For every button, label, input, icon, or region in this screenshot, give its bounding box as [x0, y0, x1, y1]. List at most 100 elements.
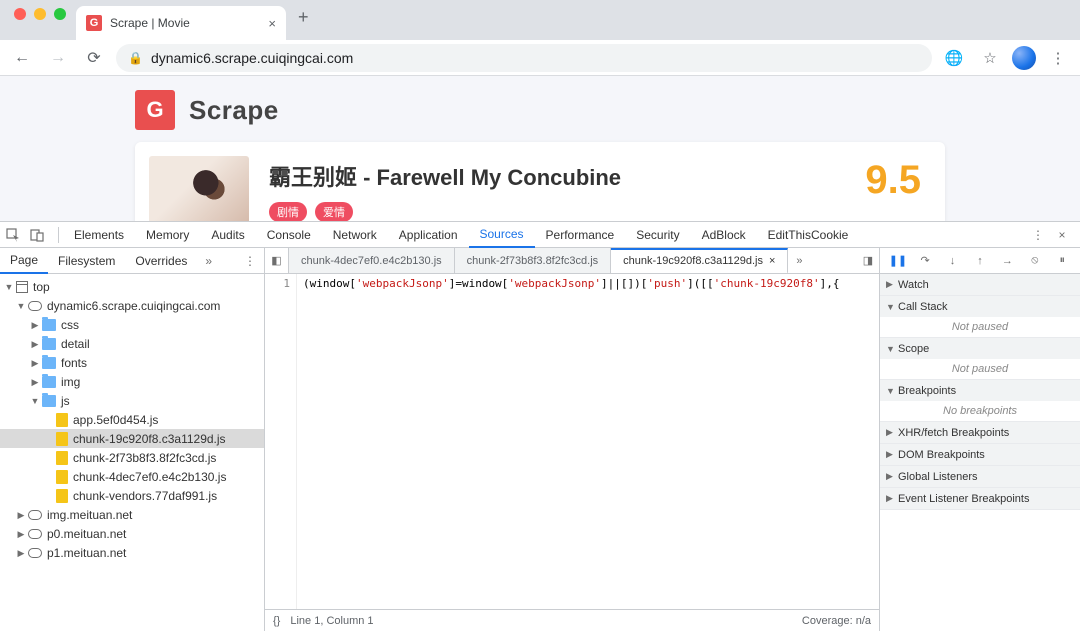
- global-listeners-section[interactable]: ▶Global Listeners: [880, 466, 1080, 488]
- tree-cloud-p1[interactable]: ▶p1.meituan.net: [0, 543, 264, 562]
- movie-card: 霸王别姬 - Farewell My Concubine 剧情 爱情 9.5: [135, 142, 945, 221]
- nav-more-icon[interactable]: »: [197, 254, 220, 268]
- close-tab-icon[interactable]: ×: [268, 16, 276, 31]
- tree-folder-js[interactable]: ▼js: [0, 391, 264, 410]
- callstack-section[interactable]: ▼Call Stack Not paused: [880, 296, 1080, 338]
- tree-cloud-p0[interactable]: ▶p0.meituan.net: [0, 524, 264, 543]
- coverage-status: Coverage: n/a: [802, 615, 871, 627]
- tree-folder-css[interactable]: ▶css: [0, 315, 264, 334]
- tab-editthiscookie[interactable]: EditThisCookie: [757, 222, 860, 248]
- lock-icon: 🔒: [128, 51, 143, 65]
- file-tab-chunk19c[interactable]: chunk-19c920f8.c3a1129d.js×: [611, 248, 788, 274]
- tree-file-app[interactable]: app.5ef0d454.js: [0, 410, 264, 429]
- tag-drama[interactable]: 剧情: [269, 202, 307, 221]
- js-file-icon: [56, 451, 68, 465]
- profile-avatar[interactable]: [1012, 46, 1036, 70]
- nav-tab-overrides[interactable]: Overrides: [125, 248, 197, 274]
- tab-performance[interactable]: Performance: [535, 222, 626, 248]
- js-file-icon: [56, 432, 68, 446]
- tab-elements[interactable]: Elements: [63, 222, 135, 248]
- tag-romance[interactable]: 爱情: [315, 202, 353, 221]
- inspect-element-icon[interactable]: [6, 228, 30, 242]
- editor-status-bar: {} Line 1, Column 1 Coverage: n/a: [265, 609, 879, 631]
- step-into-button[interactable]: ↓: [944, 255, 962, 267]
- file-tabs-overflow-icon[interactable]: »: [788, 255, 810, 267]
- tree-file-chunk4dec[interactable]: chunk-4dec7ef0.e4c2b130.js: [0, 467, 264, 486]
- xhr-breakpoints-section[interactable]: ▶XHR/fetch Breakpoints: [880, 422, 1080, 444]
- tree-folder-detail[interactable]: ▶detail: [0, 334, 264, 353]
- page-content: G Scrape 霸王别姬 - Farewell My Concubine 剧情…: [0, 76, 1080, 221]
- scope-section[interactable]: ▼Scope Not paused: [880, 338, 1080, 380]
- tab-application[interactable]: Application: [388, 222, 469, 248]
- code-area[interactable]: 1 (window['webpackJsonp']=window['webpac…: [265, 274, 879, 609]
- step-out-button[interactable]: ↑: [971, 255, 989, 267]
- sources-navigator: Page Filesystem Overrides » ⋮ ▼top ▼dyna…: [0, 248, 265, 631]
- js-file-icon: [56, 470, 68, 484]
- tab-audits[interactable]: Audits: [200, 222, 255, 248]
- callstack-body: Not paused: [880, 317, 1080, 337]
- breakpoints-section[interactable]: ▼Breakpoints No breakpoints: [880, 380, 1080, 422]
- nav-menu-icon[interactable]: ⋮: [236, 254, 264, 268]
- code-line[interactable]: (window['webpackJsonp']=window['webpackJ…: [297, 274, 845, 609]
- tab-sources[interactable]: Sources: [469, 222, 535, 248]
- pause-button[interactable]: ❚❚: [889, 254, 907, 267]
- url-text: dynamic6.scrape.cuiqingcai.com: [151, 50, 353, 66]
- nav-tab-filesystem[interactable]: Filesystem: [48, 248, 125, 274]
- new-tab-button[interactable]: +: [286, 7, 321, 34]
- folder-icon: [42, 319, 56, 331]
- tree-domain[interactable]: ▼dynamic6.scrape.cuiqingcai.com: [0, 296, 264, 315]
- address-bar[interactable]: 🔒 dynamic6.scrape.cuiqingcai.com: [116, 44, 932, 72]
- chrome-menu-icon[interactable]: ⋮: [1044, 44, 1072, 72]
- tab-console[interactable]: Console: [256, 222, 322, 248]
- tree-file-vendors[interactable]: chunk-vendors.77daf991.js: [0, 486, 264, 505]
- tab-memory[interactable]: Memory: [135, 222, 200, 248]
- tree-folder-fonts[interactable]: ▶fonts: [0, 353, 264, 372]
- browser-tab[interactable]: G Scrape | Movie ×: [76, 6, 286, 40]
- minimize-window-button[interactable]: [34, 8, 46, 20]
- tab-network[interactable]: Network: [322, 222, 388, 248]
- tree-file-chunk19c[interactable]: chunk-19c920f8.c3a1129d.js: [0, 429, 264, 448]
- back-button[interactable]: ←: [8, 44, 36, 72]
- movie-poster[interactable]: [149, 156, 249, 221]
- favicon-icon: G: [86, 15, 102, 31]
- movie-tags: 剧情 爱情: [269, 202, 845, 221]
- tab-security[interactable]: Security: [625, 222, 690, 248]
- navigator-tabs: Page Filesystem Overrides » ⋮: [0, 248, 264, 274]
- translate-icon[interactable]: 🌐: [940, 44, 968, 72]
- file-tab-chunk2f7[interactable]: chunk-2f73b8f3.8f2fc3cd.js: [455, 248, 611, 274]
- step-button[interactable]: →: [998, 255, 1016, 267]
- close-file-icon[interactable]: ×: [769, 255, 775, 267]
- code-editor: ◧ chunk-4dec7ef0.e4c2b130.js chunk-2f73b…: [265, 248, 880, 631]
- maximize-window-button[interactable]: [54, 8, 66, 20]
- reload-button[interactable]: ⟳: [80, 44, 108, 72]
- tab-title: Scrape | Movie: [110, 16, 260, 30]
- deactivate-breakpoints-button[interactable]: ⦸: [1026, 254, 1044, 267]
- scope-body: Not paused: [880, 359, 1080, 379]
- close-window-button[interactable]: [14, 8, 26, 20]
- folder-icon: [42, 357, 56, 369]
- site-header: G Scrape: [0, 76, 1080, 130]
- devtools-close-icon[interactable]: ×: [1050, 228, 1074, 242]
- toggle-debugger-icon[interactable]: ◨: [857, 254, 879, 267]
- file-tab-chunk4dec[interactable]: chunk-4dec7ef0.e4c2b130.js: [289, 248, 455, 274]
- dom-breakpoints-section[interactable]: ▶DOM Breakpoints: [880, 444, 1080, 466]
- bookmark-star-icon[interactable]: ☆: [976, 44, 1004, 72]
- pause-exceptions-button[interactable]: ⏸: [1053, 254, 1071, 267]
- cloud-icon: [28, 548, 42, 558]
- tree-cloud-img[interactable]: ▶img.meituan.net: [0, 505, 264, 524]
- devtools-menu-icon[interactable]: ⋮: [1026, 228, 1050, 242]
- tree-file-chunk2f7[interactable]: chunk-2f73b8f3.8f2fc3cd.js: [0, 448, 264, 467]
- watch-section[interactable]: ▶Watch: [880, 274, 1080, 296]
- tree-top[interactable]: ▼top: [0, 277, 264, 296]
- nav-tab-page[interactable]: Page: [0, 248, 48, 274]
- tree-folder-img[interactable]: ▶img: [0, 372, 264, 391]
- site-logo[interactable]: G: [135, 90, 175, 130]
- tab-adblock[interactable]: AdBlock: [691, 222, 757, 248]
- line-gutter: 1: [265, 274, 297, 609]
- toggle-navigator-icon[interactable]: ◧: [265, 248, 289, 273]
- device-toolbar-icon[interactable]: [30, 228, 54, 242]
- forward-button[interactable]: →: [44, 44, 72, 72]
- pretty-print-icon[interactable]: {}: [273, 615, 280, 627]
- step-over-button[interactable]: ↷: [916, 254, 934, 267]
- event-listener-breakpoints-section[interactable]: ▶Event Listener Breakpoints: [880, 488, 1080, 510]
